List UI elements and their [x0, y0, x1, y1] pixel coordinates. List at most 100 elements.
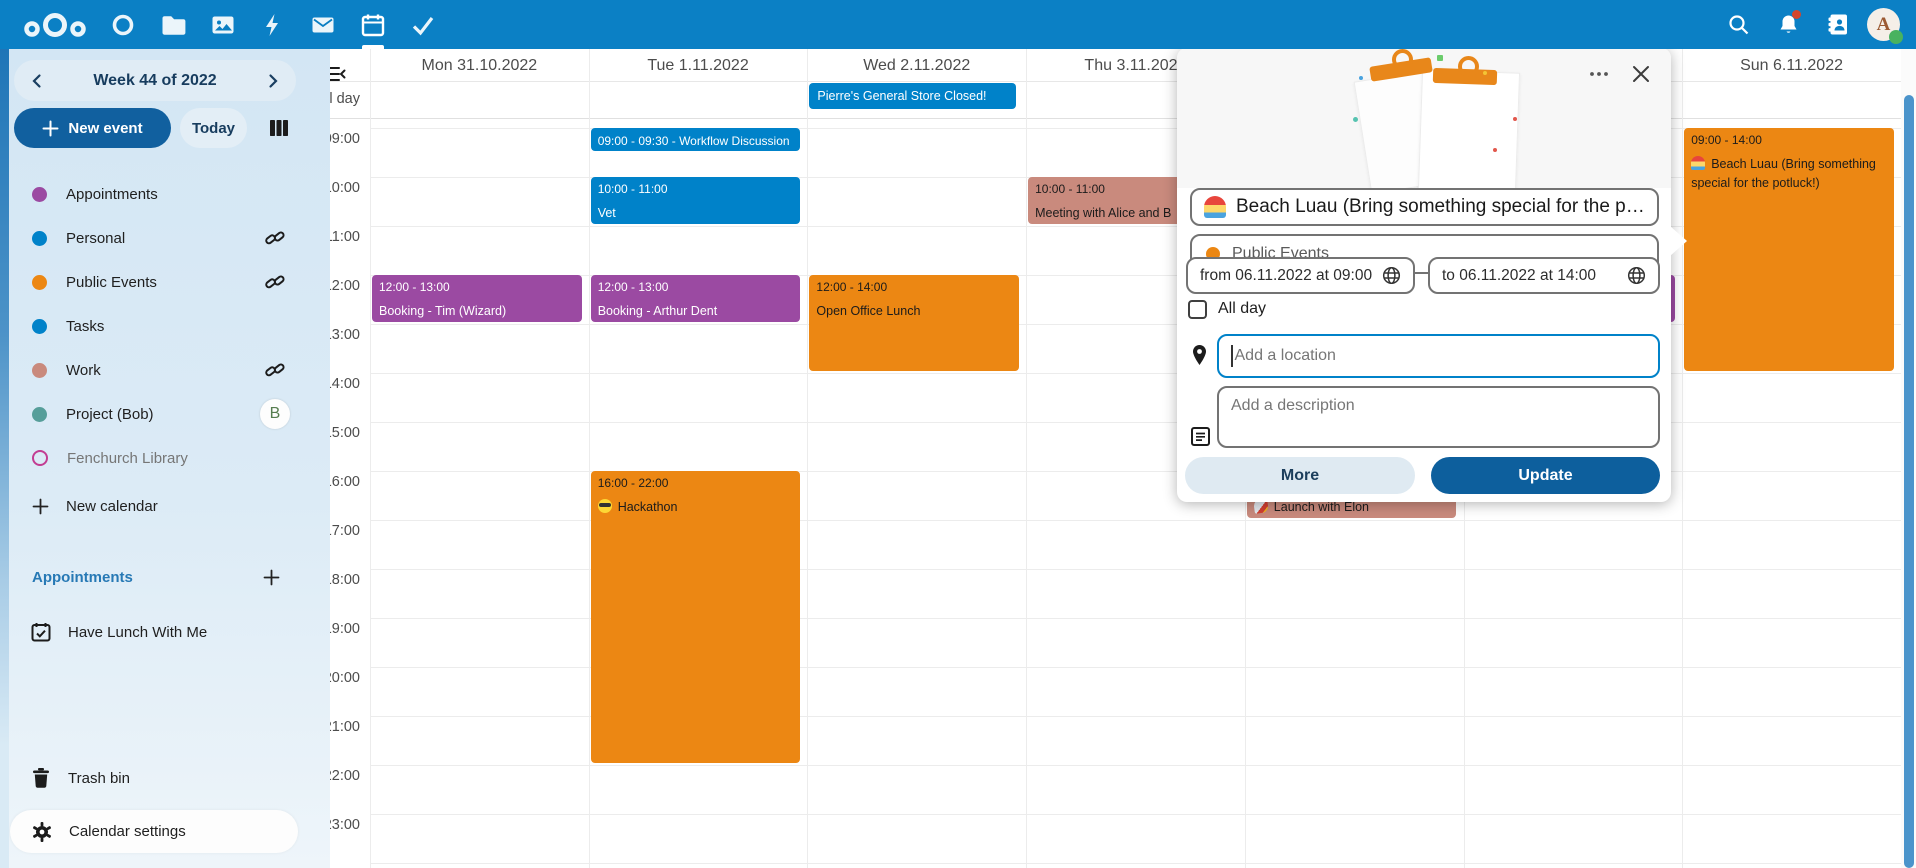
event-time: 12:00 - 13:00	[379, 280, 575, 294]
event-open-office-lunch[interactable]: 12:00 - 14:00Open Office Lunch	[809, 275, 1019, 371]
calendar-color-dot	[32, 450, 48, 466]
new-event-button[interactable]: New event	[14, 108, 171, 148]
sidebar-calendar-project-bob[interactable]: Project (Bob)B	[0, 392, 306, 436]
chevron-right-icon[interactable]	[265, 73, 281, 89]
sidebar-calendar-appointments[interactable]: Appointments	[0, 172, 306, 216]
calendar-grid: Mon 31.10.2022Tue 1.11.2022Wed 2.11.2022…	[306, 49, 1916, 868]
hour-gridline	[370, 373, 1901, 374]
more-actions-menu-button[interactable]	[1585, 60, 1613, 88]
start-datetime-value: from 06.11.2022 at 09:00	[1200, 267, 1376, 285]
app-tasks[interactable]	[398, 0, 448, 49]
app-activity[interactable]	[248, 0, 298, 49]
share-link-button[interactable]	[264, 271, 286, 293]
calendar-color-dot	[32, 407, 47, 422]
plus-icon	[42, 120, 59, 137]
end-datetime-picker[interactable]: to 06.11.2022 at 14:00	[1428, 257, 1660, 294]
next-week-button[interactable]	[260, 68, 286, 94]
calendar-name: Appointments	[66, 186, 292, 203]
start-datetime-picker[interactable]: from 06.11.2022 at 09:00	[1186, 257, 1415, 294]
new-calendar-button[interactable]: New calendar	[0, 484, 352, 528]
online-status-dot	[1889, 30, 1903, 44]
hour-gridline	[370, 863, 1901, 864]
sidebar-calendar-fenchurch-library[interactable]: Fenchurch Library	[0, 436, 306, 480]
sidebar-calendar-personal[interactable]: Personal	[0, 216, 306, 260]
calendar-color-dot	[32, 275, 47, 290]
topbar-notifications-button[interactable]	[1767, 0, 1809, 49]
event-beach-luau-bring-something-special-for-the-potluck[interactable]: 09:00 - 14:00Beach Luau (Bring something…	[1684, 128, 1894, 371]
app-mail[interactable]	[298, 0, 348, 49]
allday-checkbox-label: All day	[1218, 300, 1266, 318]
event-booking-arthur-dent[interactable]: 12:00 - 13:00Booking - Arthur Dent	[591, 275, 801, 322]
event-booking-tim-wizard[interactable]: 12:00 - 13:00 Booking - Tim (Wizard)	[372, 275, 582, 322]
share-link-button[interactable]	[264, 359, 286, 381]
week-navigation: Week 44 of 2022	[14, 60, 296, 101]
photos-icon	[210, 12, 236, 38]
calendar-name: Work	[66, 362, 264, 379]
calendar-check-icon	[30, 621, 52, 643]
close-popup-button[interactable]	[1627, 60, 1655, 88]
update-button[interactable]: Update	[1431, 457, 1660, 494]
mail-icon	[310, 12, 336, 38]
confetti-dot	[1437, 55, 1443, 61]
more-button[interactable]: More	[1185, 457, 1415, 494]
close-icon[interactable]	[1630, 63, 1652, 85]
topbar-search-button[interactable]	[1717, 0, 1759, 49]
week-label: Week 44 of 2022	[93, 72, 216, 90]
confetti-dot	[1483, 71, 1487, 75]
illustration-clip-ring	[1392, 49, 1413, 70]
chevron-left-icon[interactable]	[29, 73, 45, 89]
app-circles[interactable]	[98, 0, 148, 49]
event-title: Booking - Tim (Wizard)	[379, 302, 575, 321]
share-link-button[interactable]	[264, 227, 286, 249]
view-switcher-button[interactable]	[263, 112, 295, 144]
appointment-label: Have Lunch With Me	[68, 624, 207, 641]
calendar-settings-button[interactable]: Calendar settings	[10, 810, 298, 853]
app-photos[interactable]	[198, 0, 248, 49]
new-calendar-label: New calendar	[66, 498, 158, 515]
globe-icon[interactable]	[1382, 266, 1401, 285]
sidebar-calendar-public-events[interactable]: Public Events	[0, 260, 306, 304]
globe-icon[interactable]	[1382, 266, 1401, 285]
event-time: 16:00 - 22:00	[598, 476, 794, 490]
scrollbar-thumb[interactable]	[1904, 95, 1914, 868]
calendar-sidebar: Week 44 of 2022 New event Today Appointm…	[0, 49, 330, 868]
app-calendar[interactable]	[348, 0, 398, 49]
trash-icon	[31, 767, 51, 789]
location-input[interactable]: Add a location	[1217, 334, 1660, 378]
avatar[interactable]: A	[1867, 8, 1900, 41]
plus-dark-icon[interactable]	[263, 569, 280, 586]
appointments-section: Appointments	[0, 560, 306, 594]
confetti-dot	[1493, 148, 1497, 152]
event-title-input[interactable]: Beach Luau (Bring something special for …	[1190, 188, 1659, 226]
event-vet[interactable]: 10:00 - 11:00Vet	[591, 177, 801, 224]
active-app-indicator	[362, 45, 384, 49]
allday-checkbox[interactable]	[1188, 300, 1207, 319]
event-title: Open Office Lunch	[816, 302, 1012, 321]
appointment-item-have-lunch-with-me[interactable]: Have Lunch With Me	[0, 610, 306, 654]
event-title: Beach Luau (Bring something special for …	[1691, 155, 1887, 194]
topbar-contacts-button[interactable]	[1817, 0, 1859, 49]
description-input[interactable]: Add a description	[1217, 386, 1660, 448]
plus-dark-icon	[32, 498, 49, 515]
ellipsis-icon[interactable]	[1587, 62, 1611, 86]
popup-arrow	[1670, 226, 1687, 256]
illustration-clip-ring	[1458, 56, 1479, 77]
today-button[interactable]: Today	[180, 108, 247, 148]
trash-bin-button[interactable]: Trash bin	[0, 756, 306, 800]
app-nextcloud-logo[interactable]	[12, 0, 98, 49]
previous-week-button[interactable]	[24, 68, 50, 94]
globe-icon[interactable]	[1627, 266, 1646, 285]
event-hackathon[interactable]: 16:00 - 22:00Hackathon	[591, 471, 801, 763]
calendar-name: Project (Bob)	[66, 406, 260, 423]
sidebar-calendar-work[interactable]: Work	[0, 348, 306, 392]
add-appointment-button[interactable]	[260, 566, 282, 588]
sidebar-calendar-tasks[interactable]: Tasks	[0, 304, 306, 348]
view-columns-icon[interactable]	[267, 116, 291, 140]
appointment-list: Have Lunch With Me	[0, 610, 306, 654]
grid-column-border	[1026, 49, 1027, 868]
globe-icon[interactable]	[1627, 266, 1646, 285]
appointments-heading: Appointments	[32, 569, 260, 586]
app-files[interactable]	[148, 0, 198, 49]
background-accent-strip	[0, 49, 9, 868]
event-workflow-discussion[interactable]: 09:00 - 09:30 - Workflow Discussion	[591, 128, 801, 151]
